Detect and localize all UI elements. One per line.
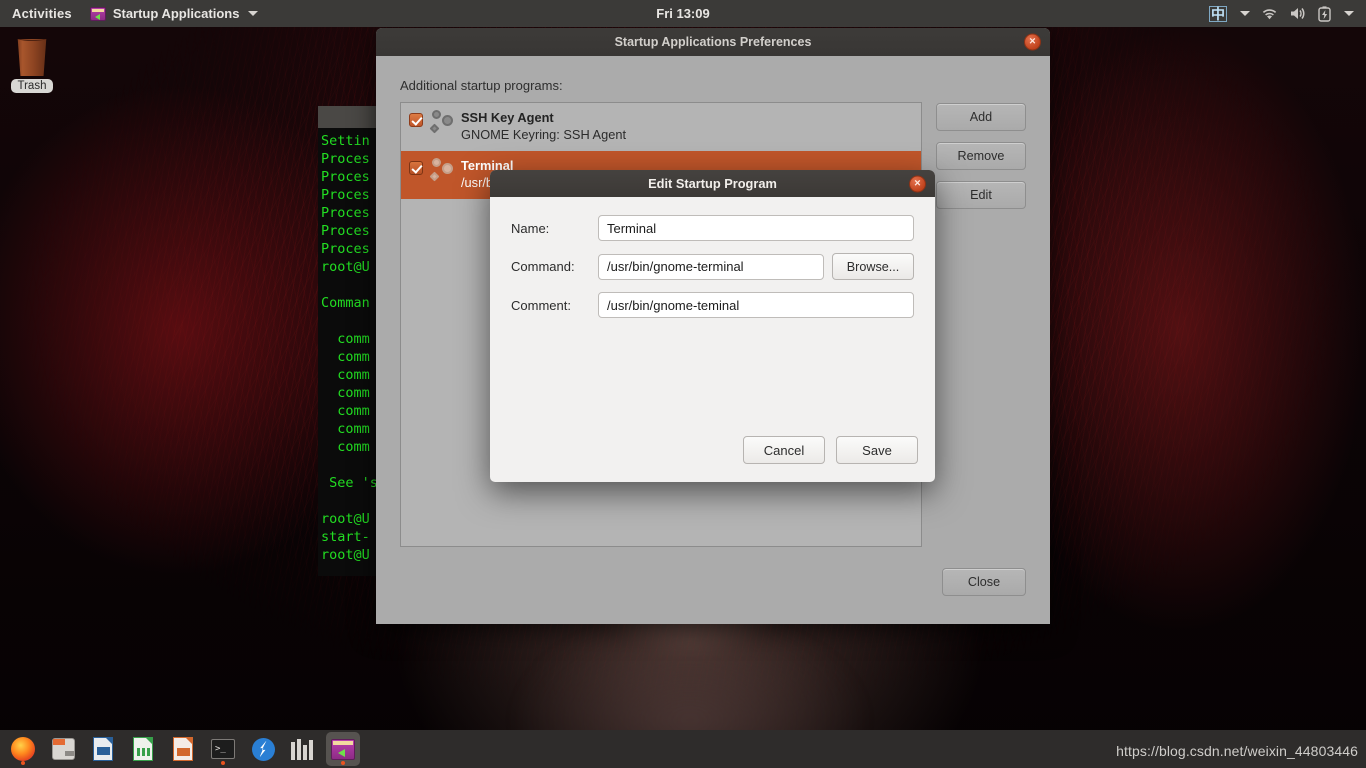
dock-item-libreoffice-impress[interactable]: [166, 732, 200, 766]
watermark: https://blog.csdn.net/weixin_44803446: [1116, 743, 1358, 759]
chevron-down-icon: [248, 11, 259, 16]
trash-label: Trash: [10, 79, 54, 93]
status-indicators: 中: [1209, 5, 1366, 22]
top-bar: Activities Startup Applications Fri 13:0…: [0, 0, 1366, 27]
close-icon[interactable]: ×: [909, 175, 926, 192]
chevron-down-icon[interactable]: [1240, 11, 1250, 16]
terminal-output: Settin Proces Proces Proces Proces Proce…: [321, 133, 378, 563]
save-button[interactable]: Save: [836, 436, 918, 464]
command-field[interactable]: /usr/bin/gnome-terminal: [598, 253, 824, 280]
name-field[interactable]: Terminal: [598, 215, 914, 241]
field-row-comment: Comment: /usr/bin/gnome-teminal: [511, 292, 914, 318]
dock-item-startup-applications[interactable]: [326, 732, 360, 766]
files-icon: [51, 738, 75, 760]
dock-item-files[interactable]: [46, 732, 80, 766]
activities-button[interactable]: Activities: [0, 6, 82, 21]
add-button[interactable]: Add: [936, 103, 1026, 131]
app-menu-startup-applications[interactable]: Startup Applications: [82, 6, 267, 21]
dock-item-software-updater[interactable]: [246, 732, 280, 766]
list-action-buttons: Add Remove Edit: [936, 102, 1026, 547]
dock-item-libreoffice-calc[interactable]: [126, 732, 160, 766]
battery-icon[interactable]: [1318, 5, 1331, 22]
dock-item-help-books[interactable]: [286, 732, 320, 766]
running-indicator: [221, 761, 225, 765]
field-row-name: Name: Terminal: [511, 215, 914, 241]
close-icon[interactable]: ×: [1024, 33, 1041, 51]
running-indicator: [341, 761, 345, 765]
desktop: Activities Startup Applications Fri 13:0…: [0, 0, 1366, 768]
edit-startup-program-dialog: Edit Startup Program × Name: Terminal Co…: [490, 170, 935, 482]
edit-dialog-titlebar[interactable]: Edit Startup Program ×: [490, 170, 935, 197]
firefox-icon: [11, 737, 35, 761]
software-updater-icon: [251, 737, 275, 761]
startup-applications-icon: [89, 6, 106, 21]
field-row-command: Command: /usr/bin/gnome-terminal Browse.…: [511, 253, 914, 280]
gears-icon: [429, 158, 453, 182]
close-button[interactable]: Close: [942, 568, 1026, 596]
app-menu-label: Startup Applications: [112, 6, 240, 21]
volume-icon[interactable]: [1289, 6, 1307, 21]
section-label: Additional startup programs:: [400, 78, 563, 93]
program-name: SSH Key Agent: [461, 110, 554, 125]
terminal-window[interactable]: Settin Proces Proces Proces Proces Proce…: [318, 106, 380, 576]
dock-item-libreoffice-writer[interactable]: [86, 732, 120, 766]
wifi-icon[interactable]: [1261, 7, 1278, 21]
enabled-checkbox[interactable]: [409, 161, 423, 175]
edit-dialog-actions: Cancel Save: [743, 436, 918, 464]
startup-applications-icon: [331, 738, 355, 760]
edit-dialog-title: Edit Startup Program: [648, 176, 777, 191]
gears-icon: [429, 110, 453, 134]
dock-item-terminal[interactable]: >_: [206, 732, 240, 766]
name-label: Name:: [511, 220, 550, 236]
comment-field[interactable]: /usr/bin/gnome-teminal: [598, 292, 914, 318]
libreoffice-writer-icon: [93, 737, 113, 761]
trash-icon: [17, 39, 47, 76]
command-label: Command:: [511, 259, 575, 274]
dock-item-firefox[interactable]: [6, 732, 40, 766]
edit-button[interactable]: Edit: [936, 181, 1026, 209]
browse-button[interactable]: Browse...: [832, 253, 914, 280]
libreoffice-calc-icon: [133, 737, 153, 761]
running-indicator: [21, 761, 25, 765]
comment-label: Comment:: [511, 297, 571, 313]
list-item[interactable]: SSH Key Agent GNOME Keyring: SSH Agent: [401, 103, 921, 151]
program-description: GNOME Keyring: SSH Agent: [461, 127, 627, 142]
chevron-down-icon[interactable]: [1344, 11, 1354, 16]
cancel-button[interactable]: Cancel: [743, 436, 825, 464]
prefs-titlebar[interactable]: Startup Applications Preferences ×: [376, 28, 1050, 56]
edit-dialog-body: Name: Terminal Command: /usr/bin/gnome-t…: [490, 197, 935, 318]
remove-button[interactable]: Remove: [936, 142, 1026, 170]
terminal-icon: >_: [211, 739, 235, 759]
libreoffice-impress-icon: [173, 737, 193, 761]
input-method-icon[interactable]: 中: [1209, 5, 1227, 22]
desktop-icon-trash[interactable]: Trash: [8, 34, 56, 94]
enabled-checkbox[interactable]: [409, 113, 423, 127]
prefs-window-title: Startup Applications Preferences: [614, 35, 812, 49]
terminal-titlebar[interactable]: [318, 106, 380, 128]
help-books-icon: [291, 738, 315, 760]
